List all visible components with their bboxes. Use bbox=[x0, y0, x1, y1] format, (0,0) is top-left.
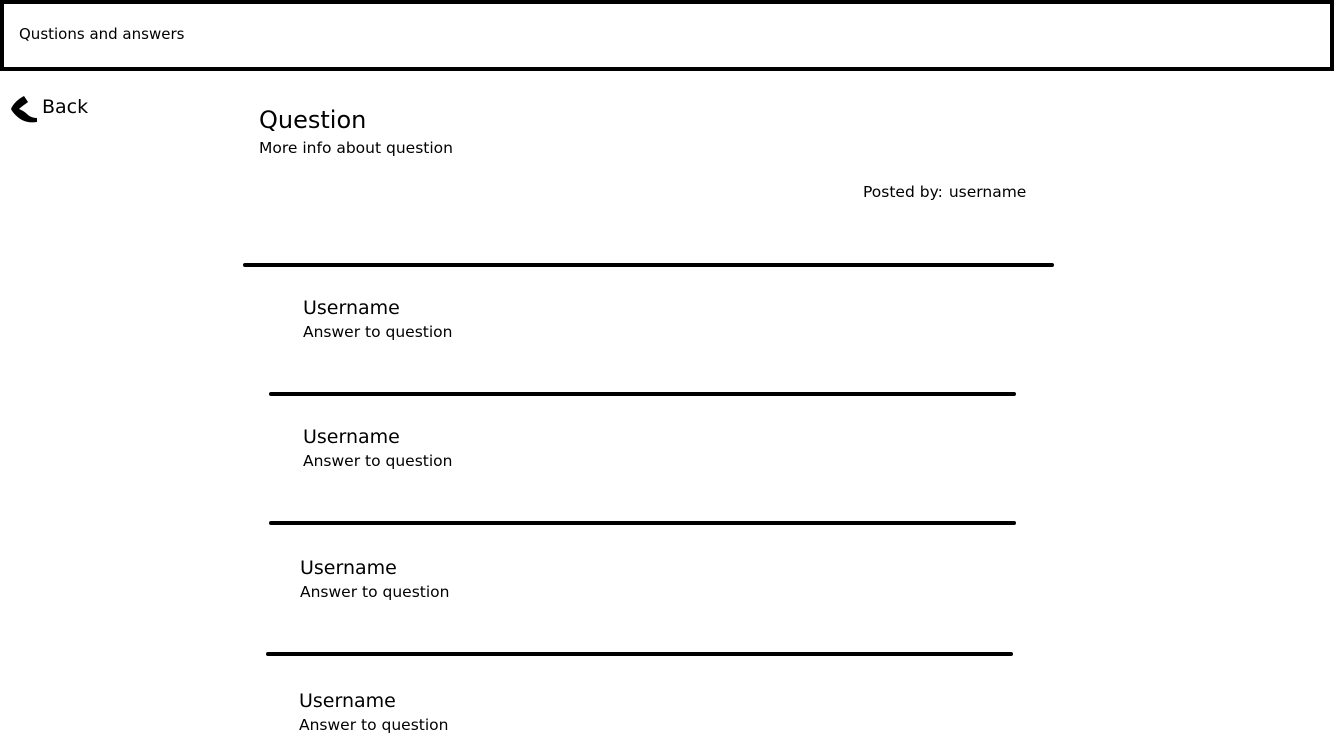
posted-by: Posted by: username bbox=[863, 183, 1026, 202]
answer-text: Answer to question bbox=[299, 716, 449, 734]
back-label: Back bbox=[42, 96, 89, 118]
answer-text: Answer to question bbox=[303, 323, 453, 341]
question-divider bbox=[243, 263, 1054, 267]
answer-divider bbox=[269, 521, 1016, 525]
back-button[interactable]: Back bbox=[9, 92, 88, 126]
posted-by-label: Posted by: bbox=[863, 183, 943, 201]
back-arrow-icon bbox=[9, 93, 39, 125]
question-title: Question bbox=[259, 106, 367, 134]
header-bar: Qustions and answers bbox=[0, 0, 1334, 71]
answer-text: Answer to question bbox=[300, 583, 450, 601]
answer-text: Answer to question bbox=[303, 452, 453, 470]
app-title: Qustions and answers bbox=[19, 25, 185, 43]
answer-username[interactable]: Username bbox=[299, 690, 396, 712]
answer-divider bbox=[266, 652, 1013, 656]
question-info: More info about question bbox=[259, 139, 453, 157]
answer-divider bbox=[269, 392, 1016, 396]
answer-username[interactable]: Username bbox=[303, 426, 400, 448]
posted-by-username[interactable]: username bbox=[949, 183, 1027, 201]
answer-username[interactable]: Username bbox=[300, 557, 397, 579]
answer-username[interactable]: Username bbox=[303, 297, 400, 319]
